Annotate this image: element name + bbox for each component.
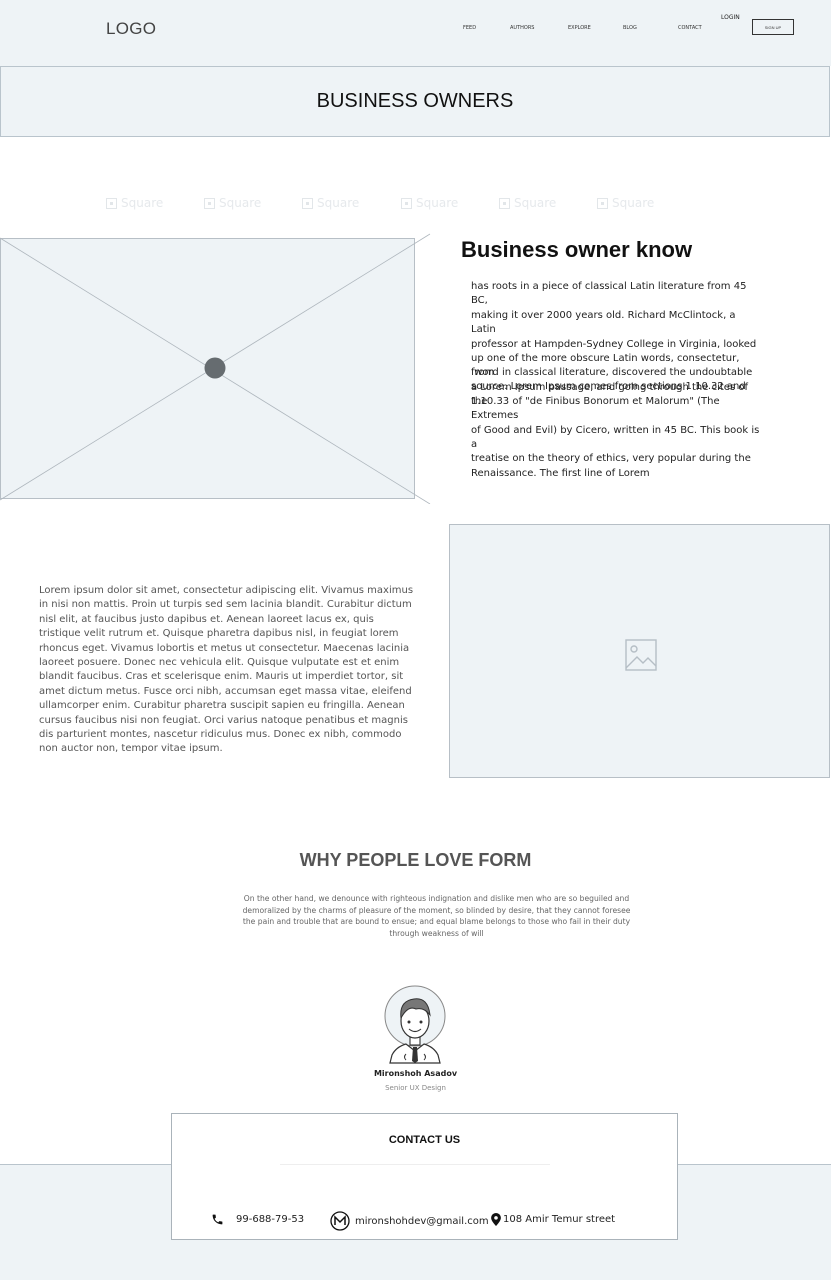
nav-authors[interactable]: AUTHORS — [510, 25, 534, 31]
testimonials-text: On the other hand, we denounce with righ… — [242, 894, 631, 938]
partner-logo-label: Square — [612, 196, 655, 210]
partner-logo: Square — [597, 196, 654, 210]
nav-blog[interactable]: BLOG — [623, 25, 637, 31]
image-placeholder — [449, 524, 830, 778]
placeholder-center-dot — [204, 357, 226, 379]
square-logo-icon — [401, 197, 412, 209]
divider — [280, 1164, 550, 1165]
testimonials-title: WHY PEOPLE LOVE FORM — [299, 850, 532, 870]
partner-logo: Square — [106, 196, 163, 210]
partner-logo: Square — [302, 196, 359, 210]
person-role: Senior UX Design — [385, 1084, 446, 1092]
contact-email[interactable]: mironshohdev@gmail.com — [330, 1211, 489, 1231]
avatar — [384, 985, 446, 1064]
partner-logo-label: Square — [514, 196, 557, 210]
signup-button[interactable]: SIGN UP — [752, 19, 794, 35]
page-banner: BUSINESS OWNERS — [0, 66, 830, 137]
partner-logo: Square — [401, 196, 458, 210]
contact-title: CONTACT US — [388, 1134, 461, 1146]
logo[interactable]: LOGO — [106, 19, 156, 39]
location-pin-icon — [491, 1213, 501, 1226]
image-icon — [625, 639, 657, 671]
section-title: Business owner know — [461, 237, 693, 262]
nav-feed[interactable]: FEED — [463, 25, 476, 31]
partner-logo-label: Square — [416, 196, 459, 210]
nav-explore[interactable]: EXPLORE — [568, 25, 591, 31]
address-text: 108 Amir Temur street — [503, 1214, 616, 1225]
contact-address[interactable]: 108 Amir Temur street — [491, 1213, 615, 1226]
section-paragraph: word in classical literature, discovered… — [471, 367, 760, 479]
image-placeholder-cross — [0, 233, 431, 504]
partner-logo: Square — [499, 196, 556, 210]
lorem-paragraph: Lorem ipsum dolor sit amet, consectetur … — [39, 585, 414, 755]
partner-logo: Square — [204, 196, 261, 210]
page-title: BUSINESS OWNERS — [316, 90, 514, 112]
partner-logo-label: Square — [317, 196, 360, 210]
login-link[interactable]: LOGIN — [721, 14, 740, 21]
gmail-icon — [330, 1211, 350, 1231]
partner-logo-label: Square — [219, 196, 262, 210]
square-logo-icon — [302, 197, 313, 209]
square-logo-icon — [597, 197, 608, 209]
square-logo-icon — [106, 197, 117, 209]
contact-phone[interactable]: 99-688-79-53 — [211, 1213, 304, 1226]
nav-contact[interactable]: CONTACT — [678, 25, 702, 31]
phone-number: 99-688-79-53 — [236, 1214, 305, 1225]
phone-icon — [212, 1214, 223, 1225]
partner-logo-label: Square — [121, 196, 164, 210]
person-name: Mironshoh Asadov — [373, 1069, 458, 1078]
email-address: mironshohdev@gmail.com — [355, 1215, 489, 1227]
square-logo-icon — [204, 197, 215, 209]
square-logo-icon — [499, 197, 510, 209]
